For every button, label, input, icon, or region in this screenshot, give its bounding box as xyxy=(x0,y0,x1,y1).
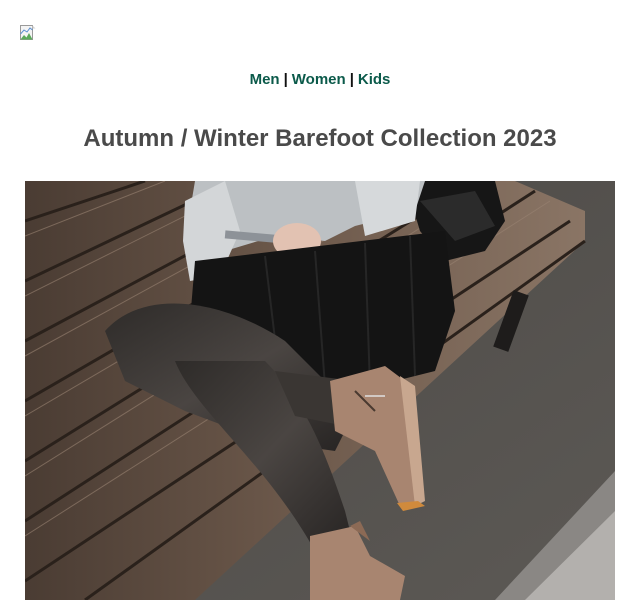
collection-headline: Autumn / Winter Barefoot Collection 2023 xyxy=(83,125,557,152)
hero-image[interactable] xyxy=(25,181,615,600)
category-nav: Men | Women | Kids xyxy=(0,71,640,88)
broken-image-icon[interactable] xyxy=(20,25,36,41)
hero-photo-illustration xyxy=(25,181,615,600)
nav-link-women[interactable]: Women xyxy=(292,71,346,88)
nav-link-kids[interactable]: Kids xyxy=(358,71,391,88)
nav-separator: | xyxy=(283,71,288,88)
nav-link-men[interactable]: Men xyxy=(250,71,280,88)
nav-separator: | xyxy=(349,71,354,88)
newsletter-page: Men | Women | Kids Autumn / Winter Barefoot … xyxy=(0,0,640,600)
